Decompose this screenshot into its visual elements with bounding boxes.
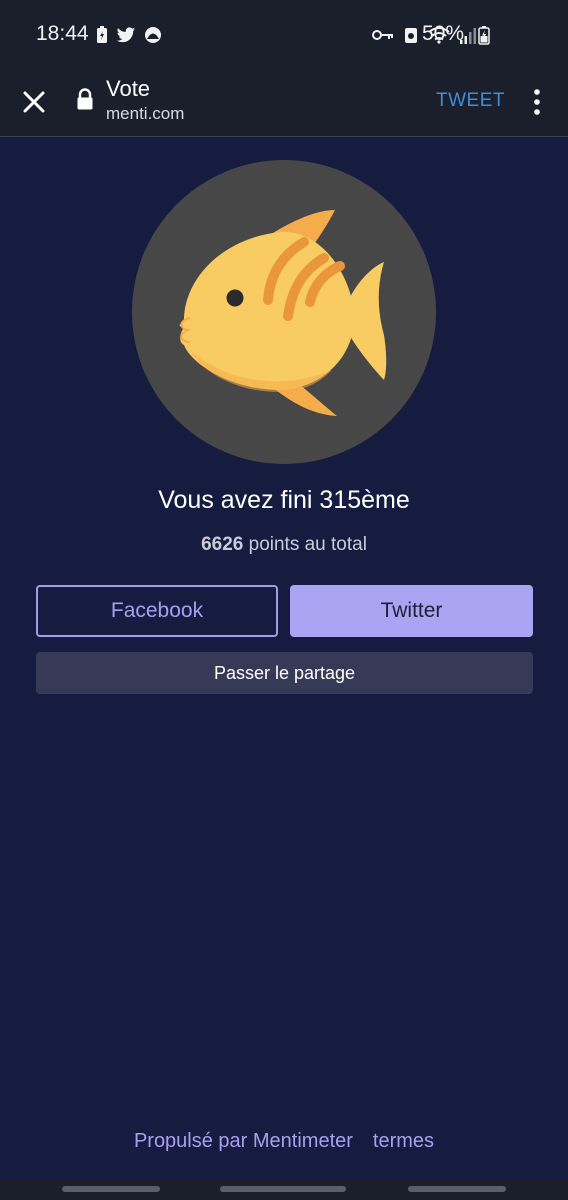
skip-sharing-button[interactable]: Passer le partage (36, 652, 533, 694)
lock-icon (76, 88, 94, 115)
twitter-icon (116, 26, 136, 49)
terms-link[interactable]: termes (373, 1130, 434, 1152)
overflow-menu-button[interactable] (526, 86, 548, 118)
nav-pill-left[interactable] (62, 1186, 160, 1192)
status-left-icons (96, 26, 162, 49)
rank-heading: Vous avez fini 315ème (158, 486, 410, 514)
nav-pill-right[interactable] (408, 1186, 506, 1192)
close-button[interactable] (18, 86, 50, 118)
page-title: Vote (106, 76, 151, 101)
app-icon (144, 26, 162, 49)
nav-pill-center[interactable] (220, 1186, 346, 1192)
tweet-button[interactable]: TWEET (436, 90, 505, 112)
fish-icon (179, 210, 387, 416)
avatar (132, 160, 436, 464)
key-icon (372, 28, 394, 47)
points-value: 6626 (201, 534, 244, 555)
battery-charging-icon (478, 26, 490, 50)
footer: Propulsé par Mentimeter termes (0, 1130, 568, 1153)
facebook-share-button[interactable]: Facebook (36, 585, 278, 637)
points-suffix: points au total (248, 534, 367, 555)
alarm-icon (404, 26, 418, 49)
close-icon (23, 91, 45, 113)
points-total: 6626 points au total (0, 534, 568, 556)
browser-app-bar: Vote menti.com TWEET (0, 68, 568, 137)
battery-saver-icon (96, 26, 108, 49)
more-vertical-icon (534, 89, 540, 115)
powered-by-link[interactable]: Propulsé par Mentimeter (134, 1130, 353, 1152)
battery-percentage: 50% (422, 22, 465, 45)
status-bar: 18:44 50% (0, 0, 568, 68)
page-url: menti.com (106, 104, 185, 123)
status-time: 18:44 (36, 22, 89, 45)
system-nav-bar (0, 1180, 568, 1200)
twitter-share-button[interactable]: Twitter (290, 585, 533, 637)
